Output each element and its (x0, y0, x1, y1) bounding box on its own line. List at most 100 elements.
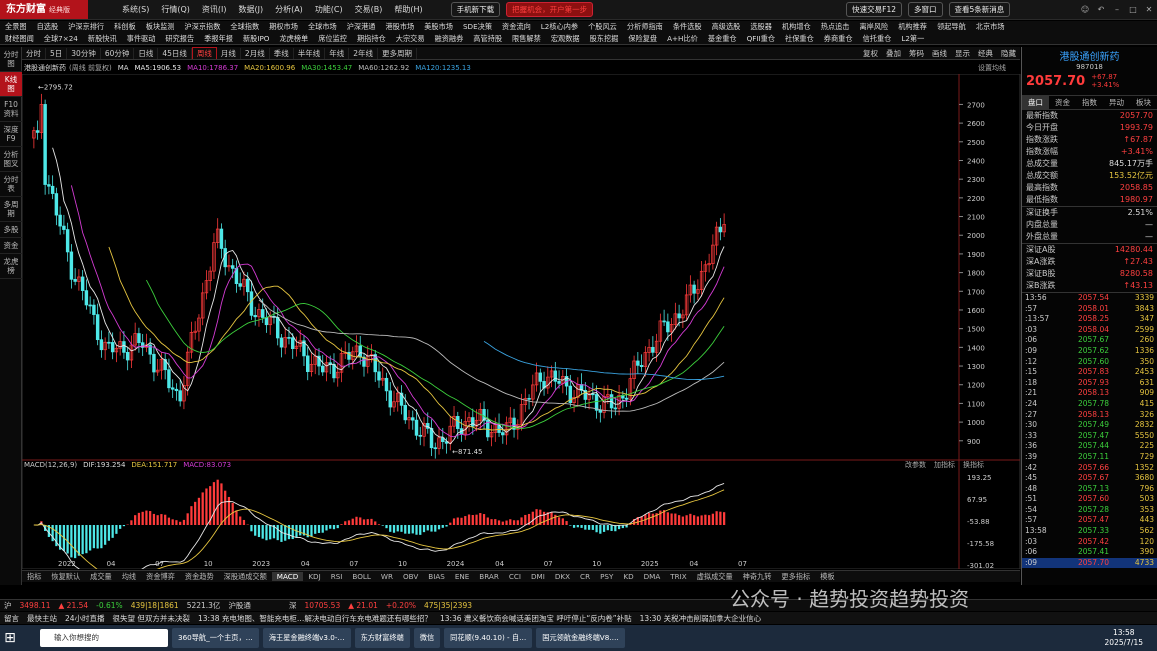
nav-item[interactable]: 研究报告 (160, 34, 199, 44)
indicator-tab[interactable]: 深股通成交额 (219, 572, 272, 582)
nav-item[interactable]: 期指持仓 (352, 34, 391, 44)
menu-item[interactable]: 数据(J) (232, 4, 269, 15)
indicator-tab[interactable]: MACD (271, 572, 304, 581)
indicator-tab[interactable]: TRIX (665, 572, 691, 581)
menu-item[interactable]: 帮助(H) (388, 4, 428, 15)
left-tab[interactable]: K线图 (0, 72, 22, 97)
nav-item[interactable]: 保险复盘 (623, 34, 662, 44)
nav-item[interactable]: 宏观数据 (546, 34, 585, 44)
sz-index[interactable]: 10705.53 (300, 601, 344, 610)
nav-item[interactable]: 沪深京指数 (179, 22, 225, 32)
nav-item[interactable]: 分析师指南 (622, 22, 668, 32)
chart-tool-button[interactable]: 叠加 (882, 48, 905, 59)
indicator-tab[interactable]: 成交量 (85, 572, 117, 582)
left-tab[interactable]: 多股 (0, 222, 22, 238)
period-button[interactable]: 2年线 (349, 47, 378, 59)
news-item[interactable]: 24小时直播 (61, 613, 109, 624)
period-button[interactable]: 45日线 (158, 47, 192, 59)
nav-item[interactable]: 财经图闻 (0, 34, 39, 44)
nav-item[interactable]: 沪深京排行 (63, 22, 109, 32)
menu-item[interactable]: 分析(A) (269, 4, 309, 15)
period-button[interactable]: 分时 (22, 47, 46, 59)
taskbar-app[interactable]: 国元领航金融终端V8.… (536, 628, 625, 648)
nav-item[interactable]: 美股市场 (419, 22, 458, 32)
menu-item[interactable]: 交易(B) (349, 4, 389, 15)
nav-item[interactable]: 席位监控 (313, 34, 352, 44)
ma-settings-link[interactable]: 设置均线 (978, 63, 1006, 73)
undo-icon[interactable]: ↶ (1093, 5, 1109, 14)
indicator-tab[interactable]: PSY (595, 572, 618, 581)
quote-tab[interactable]: 板块 (1130, 96, 1157, 109)
news-item[interactable]: 13:30 关税冲击削弱加拿大企业信心 (636, 613, 766, 624)
period-button[interactable]: 季线 (270, 47, 294, 59)
left-tab[interactable]: 分时图 (0, 47, 22, 72)
indicator-tab[interactable]: 更多指标 (776, 572, 815, 582)
nav-item[interactable]: 高级选股 (707, 22, 746, 32)
macd-tool[interactable]: 加指标 (934, 460, 955, 470)
minimize-icon[interactable]: – (1109, 5, 1125, 14)
chart-tool-button[interactable]: 显示 (951, 48, 974, 59)
nav-item[interactable]: L2核心内参 (536, 22, 583, 32)
chart-tool-button[interactable]: 画线 (928, 48, 951, 59)
indicator-tab[interactable]: 资金博弈 (141, 572, 180, 582)
taskbar-clock[interactable]: 13:58 2025/7/15 (1105, 628, 1157, 648)
indicator-tab[interactable]: 恢复默认 (46, 572, 85, 582)
user-icon[interactable]: ☺ (1077, 5, 1093, 14)
period-button[interactable]: 更多周期 (378, 47, 417, 59)
nav-item[interactable]: 龙虎榜单 (274, 34, 313, 44)
left-tab[interactable]: 龙虎榜 (0, 254, 22, 279)
nav-item[interactable]: 融资融券 (430, 34, 469, 44)
nav-item[interactable]: A+H比价 (662, 34, 703, 44)
indicator-tab[interactable]: 模板 (815, 572, 839, 582)
news-item[interactable]: 留言 (0, 613, 23, 624)
nav-item[interactable]: 全景图 (0, 22, 32, 32)
quote-tab[interactable]: 资金 (1049, 96, 1076, 109)
left-tab[interactable]: F10资料 (0, 97, 22, 122)
macd-tool[interactable]: 改参数 (905, 460, 926, 470)
nav-item[interactable]: 选股器 (745, 22, 777, 32)
indicator-tab[interactable]: CCI (504, 572, 526, 581)
nav-item[interactable]: 自选股 (32, 22, 64, 32)
hk-connect-label[interactable]: 沪股通 (224, 600, 255, 611)
indicator-tab[interactable]: BRAR (474, 572, 504, 581)
nav-item[interactable]: 领起导航 (932, 22, 971, 32)
nav-item[interactable]: SDE决策 (458, 22, 497, 32)
nav-item[interactable]: 资金流向 (497, 22, 536, 32)
period-button[interactable]: 60分钟 (101, 47, 135, 59)
indicator-tab[interactable]: ENE (450, 572, 474, 581)
left-tab[interactable]: 多周期 (0, 197, 22, 222)
chart-tool-button[interactable]: 复权 (859, 48, 882, 59)
taskbar-app[interactable]: 360导航_一个主页，… (172, 628, 259, 648)
taskbar-app[interactable]: 海王星金融终端v3.0-… (262, 628, 351, 648)
nav-item[interactable]: 条件选股 (668, 22, 707, 32)
nav-item[interactable]: 全球市场 (303, 22, 342, 32)
indicator-tab[interactable]: KD (618, 572, 638, 581)
taskbar-app[interactable]: 东方财富终端 (354, 628, 410, 648)
nav-item[interactable]: QFII重仓 (742, 34, 780, 44)
period-button[interactable]: 年线 (325, 47, 350, 59)
quote-tab[interactable]: 指数 (1076, 96, 1103, 109)
nav-item[interactable]: 热点追击 (816, 22, 855, 32)
phone-download-button[interactable]: 手机新下载 (450, 2, 501, 17)
news-item[interactable]: 13:38 充电地图、智能充电柜…解决电动自行车充电难题还有哪些招？ (194, 613, 436, 624)
nav-item[interactable]: L2第一 (896, 34, 929, 44)
menu-item[interactable]: 行情(Q) (155, 4, 196, 15)
indicator-tab[interactable]: WR (376, 572, 398, 581)
chart-options[interactable]: (周线 前复权) (69, 63, 112, 73)
nav-item[interactable]: 股东挖掘 (585, 34, 624, 44)
left-tab[interactable]: 资金 (0, 238, 22, 254)
indicator-tab[interactable]: OBV (398, 572, 423, 581)
indicator-tab[interactable]: DMI (526, 572, 550, 581)
nav-item[interactable]: 板块监测 (141, 22, 180, 32)
quote-tab[interactable]: 盘口 (1022, 96, 1049, 109)
taskbar-app[interactable]: 微信 (413, 628, 441, 648)
period-button[interactable]: 30分钟 (67, 47, 101, 59)
nav-item[interactable]: 新股快讯 (83, 34, 122, 44)
sh-index[interactable]: 3498.11 (16, 601, 55, 610)
quote-tab[interactable]: 异动 (1103, 96, 1130, 109)
nav-item[interactable]: 高管持股 (468, 34, 507, 44)
windows-start-icon[interactable]: ⊞ (0, 625, 20, 651)
nav-item[interactable]: 机构增仓 (777, 22, 816, 32)
app-logo[interactable]: 东方财富 经典版 (0, 0, 88, 19)
indicator-tab[interactable]: DKX (550, 572, 575, 581)
